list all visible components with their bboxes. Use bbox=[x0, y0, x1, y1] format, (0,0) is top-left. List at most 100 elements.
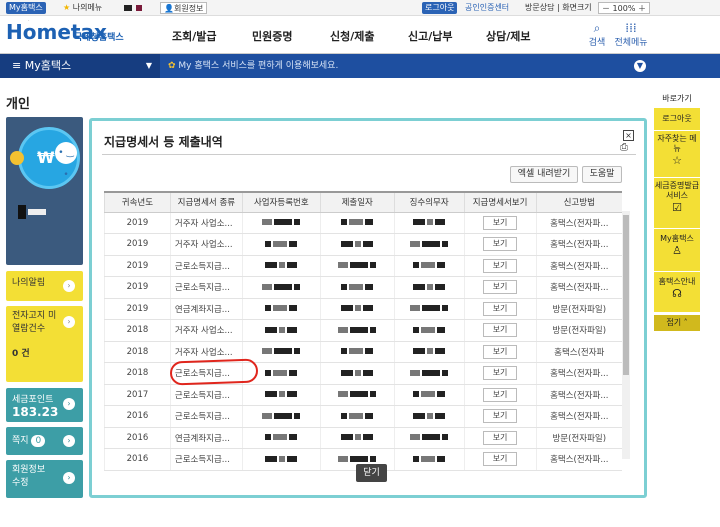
statement-type-cell: 연금계좌지급... bbox=[169, 427, 243, 449]
redacted-block bbox=[435, 283, 446, 290]
redacted-cell bbox=[393, 405, 465, 428]
view-button[interactable]: 보기 bbox=[483, 366, 518, 381]
expand-icon[interactable]: ▼ bbox=[634, 60, 646, 72]
my-alerts-box[interactable]: 나의알림 › bbox=[6, 271, 83, 301]
quick-myhometax[interactable]: My홈택스 ♙ bbox=[654, 229, 700, 271]
redacted-block bbox=[442, 369, 449, 376]
favorites-label: 나의메뉴 bbox=[72, 3, 103, 12]
redacted-cell bbox=[319, 405, 395, 428]
arrow-right-icon: › bbox=[63, 280, 75, 292]
view-button[interactable]: 보기 bbox=[483, 344, 518, 359]
redacted-block bbox=[338, 262, 349, 269]
redacted-cell bbox=[241, 298, 321, 320]
table-row: 2018 거주자 사업소... 보기 홈택스(전자파 bbox=[104, 341, 622, 363]
year-cell: 2019 bbox=[104, 212, 171, 234]
view-button[interactable]: 보기 bbox=[483, 430, 518, 445]
redacted-block bbox=[341, 348, 348, 355]
nav-item[interactable]: 상담/제보 bbox=[486, 28, 531, 44]
favorites-link[interactable]: ★ 나의메뉴 bbox=[60, 2, 105, 14]
filing-method-cell: 홈택스(전자파... bbox=[535, 448, 622, 471]
view-button[interactable]: 보기 bbox=[483, 452, 518, 467]
view-cell: 보기 bbox=[463, 212, 537, 234]
submission-table: 귀속년도 지급명세서 종류 사업자등록번호 제출일자 징수의무자 지급명세서보기… bbox=[104, 191, 622, 471]
redacted-block bbox=[262, 412, 273, 419]
year-cell: 2016 bbox=[104, 427, 171, 449]
quick-frequent-menu[interactable]: 자주찾는 메뉴 ☆ bbox=[654, 131, 700, 177]
myhometax-message-text: My 홈택스 서비스를 편하게 이용해보세요. bbox=[178, 61, 339, 71]
redacted-block bbox=[363, 434, 374, 441]
minus-icon[interactable]: － bbox=[602, 4, 610, 13]
redacted-block bbox=[435, 348, 446, 355]
search-label: 검색 bbox=[588, 38, 606, 48]
filing-method-cell: 홈택스(전자파 bbox=[535, 341, 622, 363]
plus-icon[interactable]: ＋ bbox=[638, 4, 646, 13]
view-button[interactable]: 보기 bbox=[483, 215, 518, 230]
redacted-block bbox=[427, 219, 434, 226]
my-alerts-label: 나의알림 bbox=[12, 278, 46, 288]
message-box[interactable]: 쪽지 0 › bbox=[6, 427, 83, 455]
redacted-cell bbox=[393, 255, 465, 277]
tax-points-box[interactable]: 세금포인트 183.23 › bbox=[6, 388, 83, 422]
table-scrollbar[interactable] bbox=[622, 211, 630, 459]
dropdown-icon: ▼ bbox=[145, 61, 152, 70]
view-button[interactable]: 보기 bbox=[483, 387, 518, 402]
search-button[interactable]: ⌕ 검색 bbox=[582, 21, 612, 48]
nav-item[interactable]: 신고/납부 bbox=[408, 28, 453, 44]
statement-type-cell: 거주자 사업소... bbox=[169, 319, 243, 342]
myhometax-link[interactable]: My홈택스 bbox=[6, 2, 46, 14]
close-icon[interactable]: × bbox=[623, 130, 634, 141]
view-button[interactable]: 보기 bbox=[483, 237, 518, 252]
redacted-block bbox=[287, 326, 298, 333]
view-cell: 보기 bbox=[463, 233, 537, 256]
collapse-button[interactable]: 접기 ˄ bbox=[654, 315, 700, 331]
scroll-thumb[interactable] bbox=[623, 215, 629, 375]
view-button[interactable]: 보기 bbox=[483, 409, 518, 424]
redacted-block bbox=[350, 262, 369, 269]
year-cell: 2017 bbox=[104, 384, 171, 406]
view-button[interactable]: 보기 bbox=[483, 280, 518, 295]
logout-button[interactable]: 로그아웃 bbox=[422, 2, 458, 14]
quick-guide[interactable]: 홈택스안내 ☊ bbox=[654, 272, 700, 312]
redacted-cell bbox=[319, 427, 395, 449]
table-row: 2019 근로소득지급... 보기 홈택스(전자파... bbox=[104, 255, 622, 277]
redacted-cell bbox=[393, 298, 465, 320]
member-edit-box[interactable]: 회원정보 수정 › bbox=[6, 460, 83, 498]
view-button[interactable]: 보기 bbox=[483, 323, 518, 338]
misc-links[interactable]: 방문상담 | 화면크기 bbox=[522, 2, 595, 14]
redacted-block bbox=[262, 219, 273, 226]
print-icon[interactable]: ⎙ bbox=[620, 142, 634, 154]
unread-notice-box[interactable]: 전자고지 미열람건수 0 건 › bbox=[6, 306, 83, 382]
nav-item[interactable]: 신청/제출 bbox=[330, 28, 375, 44]
table-row: 2016 연금계좌지급... 보기 방문(전자파일) bbox=[104, 427, 622, 449]
redacted-block bbox=[349, 283, 364, 290]
redacted-block bbox=[274, 219, 293, 226]
redacted-block bbox=[427, 412, 434, 419]
cert-center-link[interactable]: 공인인증센터 bbox=[462, 2, 512, 14]
quick-logout[interactable]: 로그아웃 bbox=[654, 108, 700, 130]
redacted-cell bbox=[393, 319, 465, 342]
view-button[interactable]: 보기 bbox=[483, 301, 518, 316]
redacted-block bbox=[279, 262, 286, 269]
excel-download-button[interactable]: 엑셀 내려받기 bbox=[510, 166, 578, 183]
redacted-cell bbox=[393, 233, 465, 256]
redacted-block bbox=[413, 262, 420, 269]
view-button[interactable]: 보기 bbox=[483, 258, 518, 273]
zoom-control[interactable]: － 100% ＋ bbox=[598, 2, 650, 14]
divider bbox=[102, 154, 636, 155]
view-cell: 보기 bbox=[463, 384, 537, 406]
year-cell: 2018 bbox=[104, 362, 171, 385]
column-header: 지급명세서보기 bbox=[463, 191, 537, 213]
help-button[interactable]: 도움말 bbox=[582, 166, 622, 183]
redacted-block bbox=[273, 369, 288, 376]
myhometax-menu[interactable]: ≡ My홈택스 ▼ bbox=[0, 54, 160, 78]
quick-certificate[interactable]: 세금증명발급 서비스 ☑ bbox=[654, 178, 700, 228]
redacted-block bbox=[262, 283, 273, 290]
close-button[interactable]: 닫기 bbox=[356, 464, 387, 482]
nav-item[interactable]: 조회/발급 bbox=[172, 28, 217, 44]
member-info-button[interactable]: 👤회원정보 bbox=[160, 2, 208, 14]
zoom-value: 100% bbox=[612, 4, 636, 13]
redacted-block bbox=[370, 455, 377, 462]
nav-item[interactable]: 민원증명 bbox=[252, 28, 292, 44]
allmenu-button[interactable]: ⁞⁞⁞ 전체메뉴 bbox=[614, 21, 648, 48]
redacted-cell bbox=[319, 276, 395, 299]
